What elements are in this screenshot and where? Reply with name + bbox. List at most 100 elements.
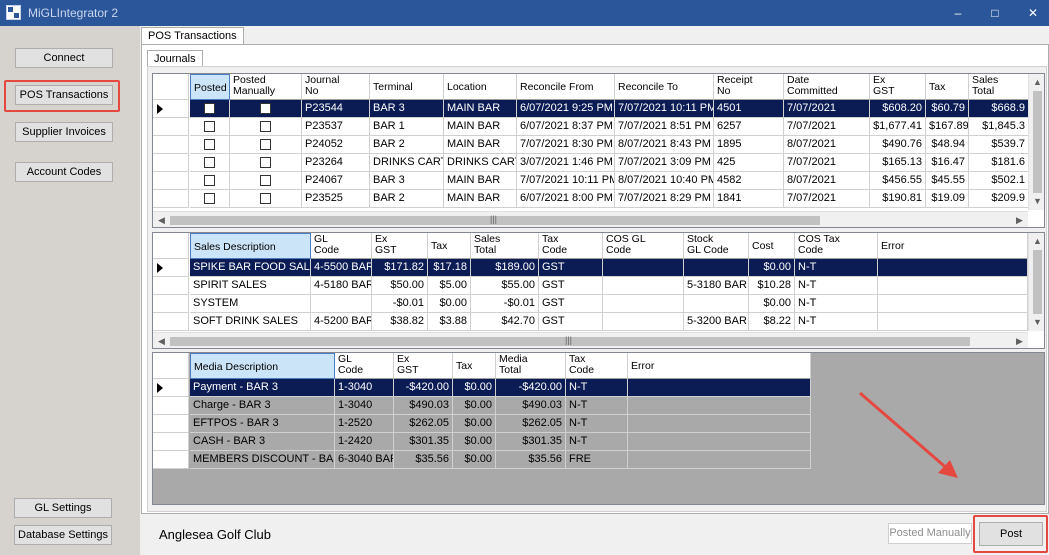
checkbox[interactable] (259, 193, 271, 204)
scroll-up-icon[interactable]: ▲ (1029, 233, 1044, 250)
column-header[interactable]: Receipt No (714, 74, 784, 100)
table-cell[interactable] (230, 136, 302, 154)
pos-transactions-button[interactable]: POS Transactions (15, 85, 113, 105)
journals-grid[interactable]: Posted Posted Manually Journal No Terminal L… (152, 73, 1045, 228)
row-header[interactable] (153, 433, 189, 451)
row-header[interactable] (153, 397, 189, 415)
post-button[interactable]: Post (979, 522, 1043, 546)
row-header[interactable] (153, 259, 189, 277)
checkbox[interactable] (203, 121, 215, 132)
row-header[interactable] (153, 451, 189, 469)
tab-pos-transactions[interactable]: POS Transactions (141, 27, 244, 45)
gl-settings-button[interactable]: GL Settings (14, 498, 112, 518)
scroll-left-icon[interactable]: ◀ (153, 333, 170, 348)
table-cell (878, 295, 1028, 313)
table-cell[interactable] (230, 190, 302, 208)
scroll-up-icon[interactable]: ▲ (1029, 74, 1044, 91)
column-header[interactable]: Journal No (302, 74, 370, 100)
column-header[interactable]: Error (878, 233, 1028, 259)
table-cell[interactable] (230, 172, 302, 190)
column-header[interactable]: Ex GST (870, 74, 926, 100)
row-header[interactable] (153, 154, 189, 172)
column-header[interactable]: Date Committed (784, 74, 870, 100)
column-header[interactable]: Media Total (496, 353, 566, 379)
scroll-thumb[interactable] (1033, 250, 1042, 314)
row-header[interactable] (153, 172, 189, 190)
scroll-down-icon[interactable]: ▼ (1029, 193, 1044, 210)
column-header[interactable]: Tax Code (566, 353, 628, 379)
sales-grid[interactable]: Sales Description GL Code Ex GST Tax Sales T… (152, 232, 1045, 349)
scroll-thumb[interactable] (1033, 91, 1042, 193)
table-cell[interactable] (230, 154, 302, 172)
column-header[interactable]: GL Code (335, 353, 394, 379)
column-header[interactable]: GL Code (311, 233, 372, 259)
column-header[interactable]: Posted (190, 74, 230, 100)
tab-journals[interactable]: Journals (147, 50, 203, 67)
database-settings-button[interactable]: Database Settings (14, 525, 112, 545)
row-header[interactable] (153, 190, 189, 208)
column-header[interactable]: Stock GL Code (684, 233, 749, 259)
column-header[interactable]: Error (628, 353, 811, 379)
table-cell: $262.05 (394, 415, 453, 433)
checkbox[interactable] (259, 157, 271, 168)
scroll-left-icon[interactable]: ◀ (153, 212, 170, 227)
horizontal-scrollbar[interactable]: ◀ ||| ▶ (153, 211, 1028, 227)
scroll-down-icon[interactable]: ▼ (1029, 314, 1044, 331)
checkbox[interactable] (259, 139, 271, 150)
vertical-scrollbar[interactable]: ▲ ▼ (1028, 233, 1044, 331)
column-header[interactable]: Media Description (190, 353, 335, 379)
table-cell[interactable] (190, 100, 230, 118)
table-cell[interactable] (230, 100, 302, 118)
checkbox[interactable] (259, 103, 271, 114)
column-header[interactable]: Location (444, 74, 517, 100)
column-header[interactable]: Tax (428, 233, 471, 259)
row-header[interactable] (153, 415, 189, 433)
column-header[interactable]: Tax (453, 353, 496, 379)
row-header[interactable] (153, 136, 189, 154)
column-header[interactable]: Tax (926, 74, 969, 100)
close-icon[interactable]: ✕ (1010, 0, 1049, 26)
table-cell: MAIN BAR (444, 100, 517, 118)
column-header[interactable]: COS GL Code (603, 233, 684, 259)
table-cell[interactable] (190, 172, 230, 190)
table-cell[interactable] (190, 190, 230, 208)
scroll-right-icon[interactable]: ▶ (1011, 333, 1028, 348)
column-header[interactable]: Tax Code (539, 233, 603, 259)
account-codes-button[interactable]: Account Codes (15, 162, 113, 182)
column-header[interactable]: Reconcile From (517, 74, 615, 100)
column-header[interactable]: COS Tax Code (795, 233, 878, 259)
checkbox[interactable] (203, 175, 215, 186)
row-header[interactable] (153, 295, 189, 313)
checkbox[interactable] (203, 193, 215, 204)
table-cell[interactable] (190, 154, 230, 172)
column-header[interactable]: Ex GST (372, 233, 428, 259)
table-cell[interactable] (190, 118, 230, 136)
scroll-right-icon[interactable]: ▶ (1011, 212, 1028, 227)
column-header[interactable]: Posted Manually (230, 74, 302, 100)
row-header[interactable] (153, 118, 189, 136)
checkbox[interactable] (203, 103, 215, 114)
column-header[interactable]: Sales Description (190, 233, 311, 259)
supplier-invoices-button[interactable]: Supplier Invoices (15, 122, 113, 142)
table-cell[interactable] (190, 136, 230, 154)
column-header[interactable]: Cost (749, 233, 795, 259)
table-cell: 7/07/2021 8:29 PM (615, 190, 714, 208)
checkbox[interactable] (203, 139, 215, 150)
row-header[interactable] (153, 379, 189, 397)
connect-button[interactable]: Connect (15, 48, 113, 68)
horizontal-scrollbar[interactable]: ◀ ||| ▶ (153, 332, 1028, 348)
posted-manually-button[interactable]: Posted Manually (888, 523, 972, 544)
column-header[interactable]: Ex GST (394, 353, 453, 379)
row-header[interactable] (153, 100, 189, 118)
column-header[interactable]: Terminal (370, 74, 444, 100)
column-header[interactable]: Sales Total (471, 233, 539, 259)
column-header[interactable]: Reconcile To (615, 74, 714, 100)
vertical-scrollbar[interactable]: ▲ ▼ (1028, 74, 1044, 210)
table-cell[interactable] (230, 118, 302, 136)
row-header[interactable] (153, 277, 189, 295)
column-header[interactable]: Sales Total (969, 74, 1029, 100)
checkbox[interactable] (203, 157, 215, 168)
row-header[interactable] (153, 313, 189, 331)
checkbox[interactable] (259, 121, 271, 132)
checkbox[interactable] (259, 175, 271, 186)
